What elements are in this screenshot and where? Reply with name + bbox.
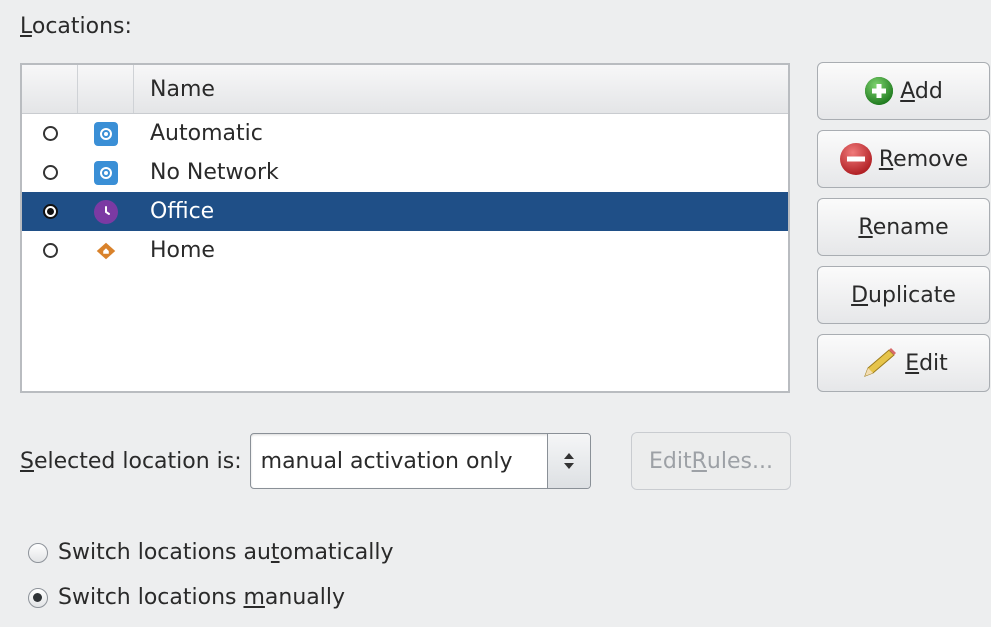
home-icon — [94, 239, 118, 263]
switch-manually-label: Switch locations manually — [58, 585, 346, 610]
gear-icon — [94, 121, 118, 146]
switch-automatically-option[interactable]: Switch locations automatically — [28, 540, 393, 565]
rename-button[interactable]: Rename — [817, 198, 990, 256]
duplicate-button[interactable]: Duplicate — [817, 266, 990, 324]
active-radio[interactable] — [42, 204, 58, 219]
minus-icon — [839, 142, 873, 176]
list-item[interactable]: Automatic — [22, 114, 788, 153]
activation-mode-select[interactable]: manual activation only — [249, 433, 591, 489]
location-name: Automatic — [150, 121, 263, 146]
list-item[interactable]: Home — [22, 231, 788, 270]
locations-list[interactable]: Name Automatic No Network Office Home — [20, 63, 790, 393]
selected-location-label: Selected location is: — [20, 448, 242, 474]
active-radio[interactable] — [42, 126, 58, 141]
auto-radio[interactable] — [28, 542, 48, 563]
location-name: Office — [150, 199, 215, 224]
edit-rules-button[interactable]: Edit Rules... — [631, 432, 791, 490]
active-radio[interactable] — [42, 165, 58, 180]
location-name: No Network — [150, 160, 279, 185]
plus-icon — [864, 76, 894, 106]
list-header: Name — [22, 65, 788, 114]
list-item-selected[interactable]: Office — [22, 192, 788, 231]
gear-icon — [94, 160, 118, 185]
switch-automatically-label: Switch locations automatically — [58, 540, 394, 565]
selected-location-row: Selected location is: manual activation … — [20, 432, 591, 490]
header-icon-column[interactable] — [78, 65, 134, 113]
add-button[interactable]: Add — [817, 62, 990, 120]
activation-mode-value: manual activation only — [260, 448, 513, 474]
manual-radio[interactable] — [28, 587, 48, 608]
header-active-column[interactable] — [22, 65, 78, 113]
clock-icon — [94, 199, 118, 224]
edit-button[interactable]: Edit — [817, 334, 990, 392]
active-radio[interactable] — [42, 243, 58, 258]
location-name: Home — [150, 238, 215, 263]
remove-button[interactable]: Remove — [817, 130, 990, 188]
switch-manually-option[interactable]: Switch locations manually — [28, 585, 345, 610]
header-name-column[interactable]: Name — [134, 65, 788, 113]
list-item[interactable]: No Network — [22, 153, 788, 192]
updown-arrows-icon[interactable] — [546, 434, 590, 488]
locations-label: Locations: — [20, 14, 132, 39]
pencil-icon — [859, 346, 899, 380]
